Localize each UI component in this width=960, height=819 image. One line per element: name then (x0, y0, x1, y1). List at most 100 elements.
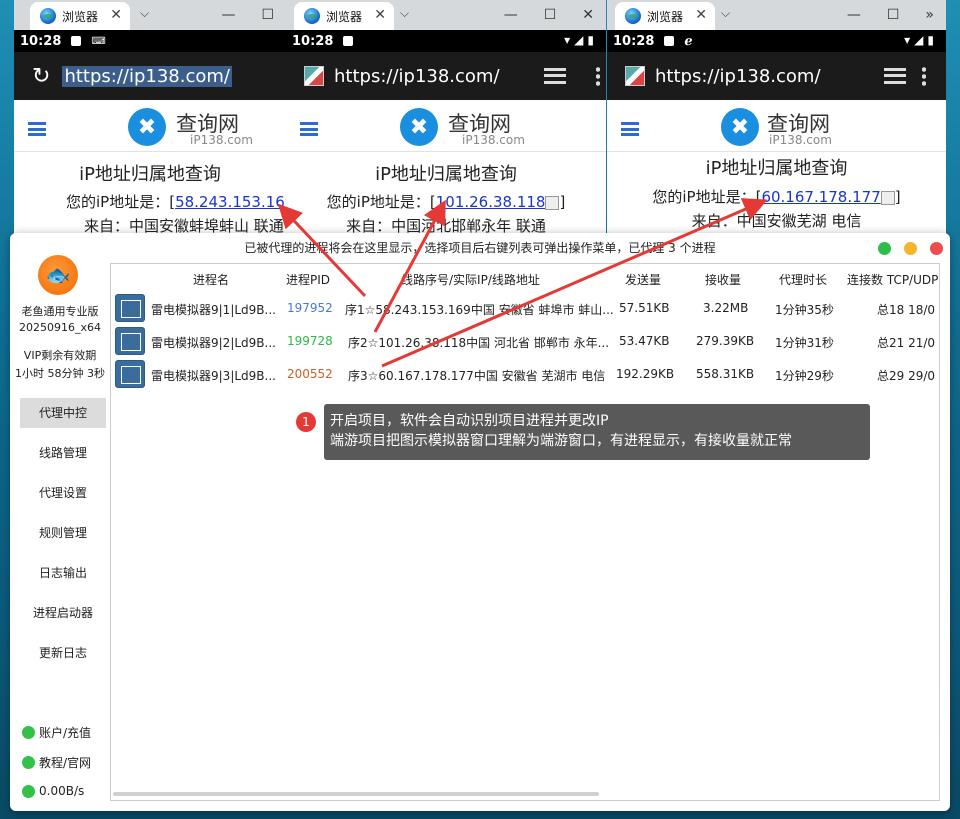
tabs-menu-icon[interactable] (884, 68, 906, 84)
address-bar[interactable]: https://ip138.com/ (286, 52, 606, 100)
vip-label: VIP剩余有效期 (23, 349, 97, 362)
hamburger-menu-icon[interactable] (28, 122, 46, 136)
ip-link[interactable]: 60.167.178.177 (761, 188, 880, 206)
sent-amount: 53.47KB (619, 334, 670, 348)
more-options-icon[interactable] (596, 66, 600, 86)
col-connections[interactable]: 连接数 TCP/UDP (847, 271, 938, 288)
url-text[interactable]: https://ip138.com/ (62, 65, 232, 87)
close-window-icon[interactable]: ✕ (582, 7, 594, 23)
green-window-button[interactable] (878, 242, 891, 255)
nav-line-management[interactable]: 线路管理 (20, 438, 106, 468)
col-pid[interactable]: 进程PID (286, 271, 330, 288)
nav-proxy-control[interactable]: 代理中控 (20, 398, 106, 428)
more-options-icon[interactable] (922, 66, 926, 86)
ip-label: 您的iP地址是：[ (326, 193, 436, 211)
tabs-menu-icon[interactable] (544, 68, 566, 84)
page-icon (304, 66, 324, 86)
process-pid: 200552 (287, 367, 333, 381)
yellow-window-button[interactable] (904, 242, 917, 255)
browser-window-1: 浏览器 ✕ ⌵ — ☐ 10:28 ⌨ ↻ https://ip138.com/… (14, 0, 286, 240)
tab-title: 浏览器 (647, 9, 684, 24)
sent-amount: 57.51KB (619, 301, 670, 315)
nav-changelog[interactable]: 更新日志 (20, 638, 106, 668)
site-logo-icon: ✖ (400, 108, 438, 146)
address-bar[interactable]: ↻ https://ip138.com/ (14, 52, 286, 100)
ip-label: 您的iP地址是：[ (66, 193, 176, 211)
chevron-down-icon[interactable]: ⌵ (140, 6, 149, 21)
window-controls: — ☐ » (847, 0, 946, 30)
address-bar[interactable]: https://ip138.com/ (607, 52, 946, 100)
tutorial-link[interactable]: 教程/官网 (22, 754, 91, 771)
tutorial-label: 教程/官网 (39, 756, 92, 770)
maximize-icon[interactable]: ☐ (544, 7, 557, 23)
url-text[interactable]: https://ip138.com/ (655, 66, 821, 87)
status-dot-icon (22, 756, 35, 769)
col-duration[interactable]: 代理时长 (779, 271, 827, 288)
globe-icon (40, 8, 56, 24)
col-line[interactable]: 线路序号/实际IP/线路地址 (401, 271, 540, 288)
nav-rule-management[interactable]: 规则管理 (20, 518, 106, 548)
received-amount: 279.39KB (696, 334, 755, 348)
site-header: ✖ 查询网 iP138.com (607, 100, 946, 152)
minimize-icon[interactable]: — (504, 7, 518, 23)
table-row[interactable]: 雷电模拟器9|3|Ld9B... 200552 序3☆60.167.178.17… (111, 358, 939, 391)
account-recharge-link[interactable]: 账户/充值 (22, 724, 91, 741)
red-window-button[interactable] (930, 242, 943, 255)
minimize-icon[interactable]: — (221, 7, 235, 23)
hamburger-menu-icon[interactable] (621, 122, 639, 136)
location-line: 来自：中国安徽芜湖 电信 (607, 210, 946, 231)
nav-proxy-settings[interactable]: 代理设置 (20, 478, 106, 508)
proxy-duration: 1分钟31秒 (775, 336, 834, 350)
browser-tab[interactable]: 浏览器 ✕ (30, 2, 130, 30)
close-tab-icon[interactable]: ✕ (110, 7, 122, 23)
window-controls: — ☐ ✕ (504, 0, 606, 30)
nav-log-output[interactable]: 日志输出 (20, 558, 106, 588)
hamburger-menu-icon[interactable] (300, 122, 318, 136)
browser-window-2: 浏览器 ✕ ⌵ — ☐ ✕ 10:28 ▾◢▮ https://ip138.co… (286, 0, 606, 240)
ip-line: 您的iP地址是：[60.167.178.177] (607, 186, 946, 207)
horizontal-scrollbar[interactable] (113, 792, 599, 796)
nav-process-launcher[interactable]: 进程启动器 (20, 598, 106, 628)
col-process-name[interactable]: 进程名 (193, 271, 229, 288)
ip-link[interactable]: 101.26.38.118 (436, 193, 546, 211)
close-tab-icon[interactable]: ✕ (374, 7, 386, 23)
table-row[interactable]: 雷电模拟器9|2|Ld9B... 199728 序2☆101.26.38.118… (111, 325, 939, 358)
signal-battery-icon: ▾◢▮ (564, 33, 598, 47)
vip-remaining: 1小时 58分钟 3秒 (15, 367, 105, 380)
site-domain: iP138.com (190, 133, 253, 147)
col-received[interactable]: 接收量 (705, 271, 741, 288)
status-bar: 10:28 ℯ ▾◢▮ (607, 30, 946, 52)
site-header: ✖ 查询网 iP138.com (286, 100, 606, 152)
notification-icon (343, 36, 354, 46)
received-amount: 3.22MB (703, 301, 749, 315)
status-time: 10:28 (613, 33, 655, 49)
reload-icon[interactable]: ↻ (32, 64, 50, 89)
header-notice: 已被代理的进程将会在这里显示，选择项目后右键列表可弹出操作菜单，已代理 3 个进… (10, 233, 950, 263)
chevron-down-icon[interactable]: ⌵ (721, 6, 730, 21)
process-name: 雷电模拟器9|2|Ld9B... (151, 336, 276, 350)
connection-count: 总29 29/0 (877, 369, 936, 383)
chevron-down-icon[interactable]: ⌵ (400, 6, 409, 21)
maximize-icon[interactable]: ☐ (261, 7, 274, 23)
ip-label: 您的iP地址是：[ (652, 188, 762, 206)
browser-tab[interactable]: 浏览器 ✕ (615, 2, 715, 30)
col-sent[interactable]: 发送量 (625, 271, 661, 288)
ip-link[interactable]: 58.243.153.169 (175, 193, 286, 211)
tab-title: 浏览器 (326, 9, 363, 24)
process-name: 雷电模拟器9|3|Ld9B... (151, 369, 276, 383)
table-row[interactable]: 雷电模拟器9|1|Ld9B... 197952 序1☆58.243.153.16… (111, 292, 939, 325)
maximize-icon[interactable]: ☐ (887, 7, 900, 23)
process-pid: 197952 (287, 301, 333, 315)
url-text[interactable]: https://ip138.com/ (334, 66, 500, 87)
ip-line: 您的iP地址是：[101.26.38.118] (286, 191, 606, 212)
browser-tab[interactable]: 浏览器 ✕ (294, 2, 394, 30)
location-text: 中国安徽芜湖 电信 (736, 212, 862, 230)
minimize-icon[interactable]: — (847, 7, 861, 23)
page-title: iP地址归属地查询 (705, 158, 848, 179)
status-dot-icon (22, 784, 35, 798)
close-tab-icon[interactable]: ✕ (695, 7, 707, 23)
site-header: ✖ 查询网 iP138.com (14, 100, 286, 152)
expand-icon[interactable]: » (925, 7, 934, 23)
window-controls: — ☐ (221, 0, 286, 30)
globe-icon (304, 8, 320, 24)
